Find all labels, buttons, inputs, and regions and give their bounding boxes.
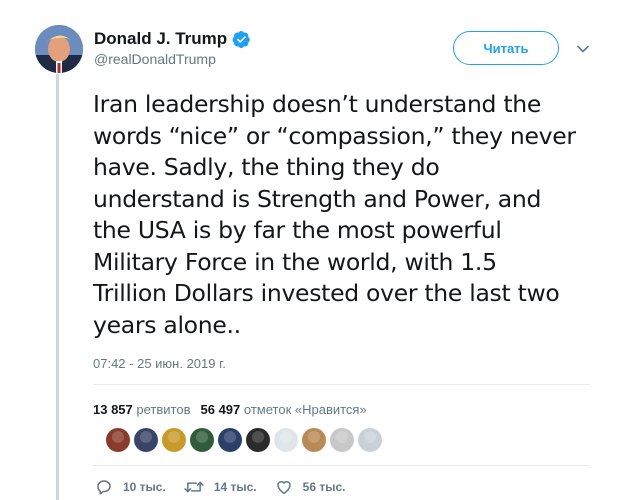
- liker-avatar[interactable]: [302, 428, 326, 452]
- liker-avatar[interactable]: [330, 428, 354, 452]
- author-name[interactable]: Donald J. Trump: [94, 29, 227, 49]
- like-action-count: 56 тыс.: [302, 480, 346, 494]
- author-info: Donald J. Trump @realDonaldTrump: [94, 28, 251, 67]
- liker-avatar[interactable]: [162, 428, 186, 452]
- author-handle[interactable]: @realDonaldTrump: [94, 51, 251, 67]
- verified-badge-icon: [232, 30, 251, 49]
- like-count: 56 497: [200, 402, 241, 417]
- divider: [93, 465, 590, 466]
- tweet-card: Donald J. Trump @realDonaldTrump Читать …: [0, 0, 626, 500]
- like-stat[interactable]: 56 497 отметок «Нравится»: [201, 402, 367, 417]
- liker-avatar[interactable]: [106, 428, 130, 452]
- tweet-actions: 10 тыс. 14 тыс. 56 тыс.: [95, 478, 363, 496]
- liker-avatar[interactable]: [218, 428, 242, 452]
- reply-icon: [97, 480, 111, 495]
- retweet-icon: [184, 481, 204, 493]
- retweet-button[interactable]: 14 тыс.: [184, 478, 257, 496]
- retweet-action-count: 14 тыс.: [213, 480, 257, 494]
- liker-avatar[interactable]: [134, 428, 158, 452]
- author-name-row: Donald J. Trump: [94, 28, 251, 50]
- liker-avatar[interactable]: [190, 428, 214, 452]
- like-button[interactable]: 56 тыс.: [275, 478, 346, 496]
- divider: [93, 384, 590, 385]
- like-label: отметок «Нравится»: [243, 402, 367, 417]
- liker-avatar[interactable]: [274, 428, 298, 452]
- tweet-timestamp[interactable]: 07:42 - 25 июн. 2019 г.: [93, 356, 226, 371]
- tweet-stats: 13 857 ретвитов 56 497 отметок «Нравится…: [93, 402, 377, 417]
- liker-avatars: [106, 428, 386, 452]
- retweet-label: ретвитов: [136, 402, 191, 417]
- liker-avatar[interactable]: [246, 428, 270, 452]
- thread-line: [56, 74, 59, 500]
- heart-icon: [276, 481, 291, 495]
- retweet-count: 13 857: [93, 402, 133, 417]
- tweet-text: Iran leadership doesn’t understand the w…: [93, 90, 576, 339]
- reply-button[interactable]: 10 тыс.: [95, 478, 166, 496]
- follow-button[interactable]: Читать: [453, 31, 559, 65]
- retweet-stat[interactable]: 13 857 ретвитов: [93, 402, 191, 417]
- liker-avatar[interactable]: [358, 428, 382, 452]
- avatar-image: [35, 25, 83, 73]
- chevron-down-icon[interactable]: [576, 42, 590, 56]
- reply-count: 10 тыс.: [123, 480, 166, 494]
- avatar[interactable]: [35, 25, 83, 73]
